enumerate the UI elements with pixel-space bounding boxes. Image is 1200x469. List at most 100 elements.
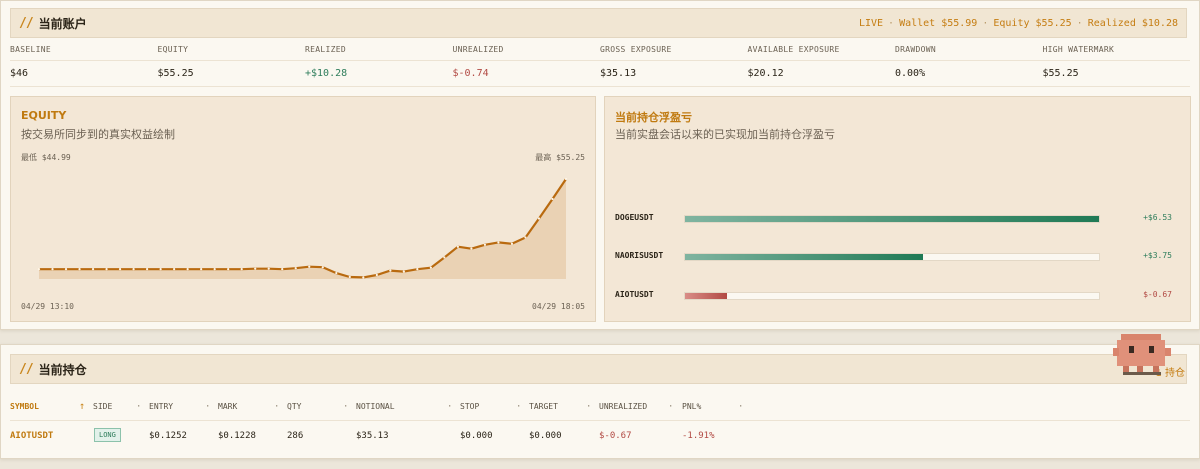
metric-label: BASELINE — [10, 45, 51, 54]
column-header-unrealized[interactable]: UNREALIZED — [599, 402, 647, 411]
equity-point — [537, 217, 541, 220]
account-title: 当前账户 — [38, 16, 87, 31]
pnl-symbol: AIOTUSDT — [615, 290, 654, 299]
equity-point — [294, 267, 297, 270]
metric-label: AVAILABLE EXPOSURE — [747, 45, 840, 54]
position-symbol[interactable]: AIOTUSDT — [10, 431, 53, 441]
position-unrealized: $-0.67 — [599, 431, 632, 441]
column-header-mark[interactable]: MARK — [218, 402, 237, 411]
equity-point — [429, 266, 432, 269]
unrealized-value: $-0.74 — [452, 68, 489, 79]
equity-card-title: EQUITY — [21, 109, 67, 122]
pnl-bar-track — [684, 215, 1100, 223]
equity-point — [173, 268, 176, 271]
equity-point — [51, 268, 54, 271]
column-header-entry[interactable]: ENTRY — [149, 402, 173, 411]
high-watermark-value: $55.25 — [1042, 68, 1079, 79]
equity-point — [200, 268, 203, 271]
arrow-up-icon[interactable]: ↑ — [79, 401, 85, 412]
equity-area — [39, 179, 566, 279]
position-pnl-pct: -1.91% — [682, 431, 715, 441]
metric-label: EQUITY — [157, 45, 189, 54]
position-qty: 286 — [287, 431, 304, 441]
column-header-qty[interactable]: QTY — [287, 402, 301, 411]
equity-point — [335, 271, 338, 275]
column-header-stop[interactable]: STOP — [460, 402, 479, 411]
equity-point — [375, 273, 378, 277]
equity-status: Equity $55.25 — [993, 17, 1072, 29]
column-header-symbol[interactable]: SYMBOL — [10, 402, 39, 411]
pixel-mascot-icon — [1113, 334, 1171, 375]
pnl-row: AIOTUSDT $-0.67 — [615, 289, 1182, 303]
realized-value: +$10.28 — [305, 68, 348, 79]
position-entry: $0.1252 — [149, 431, 187, 441]
positions-header: // 当前持仓 — [10, 354, 1187, 384]
positions-title: 当前持仓 — [38, 362, 87, 377]
column-separator: · — [668, 401, 674, 412]
pnl-bar-fill — [685, 216, 1099, 222]
drawdown-value: 0.00% — [895, 68, 926, 79]
section-marker: // — [19, 15, 34, 31]
pnl-symbol: DOGEUSDT — [615, 213, 654, 222]
equity-point — [524, 236, 527, 239]
pnl-value: +$3.75 — [1143, 251, 1172, 260]
pnl-bar-track — [684, 292, 1100, 300]
pnl-bar-fill — [685, 254, 923, 260]
mode-badge: LIVE — [858, 17, 884, 29]
equity-point — [497, 241, 500, 244]
pnl-row: NAORISUSDT +$3.75 — [615, 250, 1182, 264]
equity-point — [118, 268, 122, 271]
column-header-notional[interactable]: NOTIONAL — [356, 402, 395, 411]
pnl-bar-fill — [685, 293, 728, 299]
equity-min-label: 最低 $44.99 — [21, 153, 71, 162]
equity-point — [551, 197, 554, 201]
equity-point — [416, 268, 419, 271]
position-target: $0.000 — [529, 431, 562, 441]
equity-point — [240, 268, 243, 271]
pnl-symbol: NAORISUSDT — [615, 251, 664, 260]
positions-panel: // 当前持仓 1 持仓 SYMBOL ↑ SIDE · ENTRY · MAR… — [0, 344, 1200, 459]
pnl-value: +$6.53 — [1143, 213, 1172, 222]
equity-point — [91, 268, 95, 271]
column-separator: · — [738, 401, 744, 412]
pnl-card-title: 当前持仓浮盈亏 — [615, 111, 692, 124]
gross-exposure-value: $35.13 — [600, 68, 637, 79]
table-row[interactable]: AIOTUSDT LONG $0.1252 $0.1228 286 $35.13… — [10, 423, 1190, 451]
metric-label: REALIZED — [305, 45, 346, 54]
column-header-target[interactable]: TARGET — [529, 402, 558, 411]
pnl-value: $-0.67 — [1143, 290, 1172, 299]
equity-point — [564, 177, 568, 181]
equity-point — [78, 268, 81, 271]
available-exposure-value: $20.12 — [747, 68, 784, 79]
column-separator: · — [516, 401, 522, 412]
equity-point — [321, 266, 324, 269]
metric-label: UNREALIZED — [452, 45, 504, 54]
side-badge: LONG — [94, 428, 121, 442]
equity-point — [389, 269, 392, 272]
equity-point — [456, 245, 459, 248]
realized-status: Realized $10.28 — [1087, 17, 1178, 29]
equity-point — [186, 268, 189, 271]
equity-chart-card: EQUITY 按交易所同步到的真实权益绘制 最低 $44.99 最高 $55.2… — [10, 96, 596, 322]
equity-point — [213, 268, 216, 271]
equity-point — [348, 275, 351, 279]
metric-label: HIGH WATERMARK — [1042, 45, 1115, 54]
equity-point — [254, 267, 257, 270]
metric-values-row: $46 $55.25 +$10.28 $-0.74 $35.13 $20.12 … — [10, 61, 1190, 87]
metric-label: GROSS EXPOSURE — [600, 45, 672, 54]
pnl-bar-track — [684, 253, 1100, 261]
position-pnl-card: 当前持仓浮盈亏 当前实盘会话以来的已实现加当前持仓浮盈亏 DOGEUSDT +$… — [604, 96, 1191, 322]
equity-point — [483, 243, 487, 246]
equity-start-time: 04/29 13:10 — [21, 302, 74, 311]
column-separator: · — [205, 401, 211, 412]
account-header: // 当前账户 LIVE · Wallet $55.99 · Equity $55.25… — [10, 8, 1187, 38]
column-header-side[interactable]: SIDE — [93, 402, 112, 411]
equity-value: $55.25 — [157, 68, 194, 79]
equity-point — [64, 268, 68, 271]
equity-point — [362, 276, 365, 279]
positions-table-header: SYMBOL ↑ SIDE · ENTRY · MARK · QTY · NOT… — [10, 393, 1190, 421]
account-status-line: LIVE · Wallet $55.99 · Equity $55.25 · Realize… — [858, 17, 1178, 29]
equity-point — [510, 242, 514, 245]
column-header-pnl-pct[interactable]: PNL% — [682, 402, 701, 411]
equity-point — [308, 265, 311, 268]
